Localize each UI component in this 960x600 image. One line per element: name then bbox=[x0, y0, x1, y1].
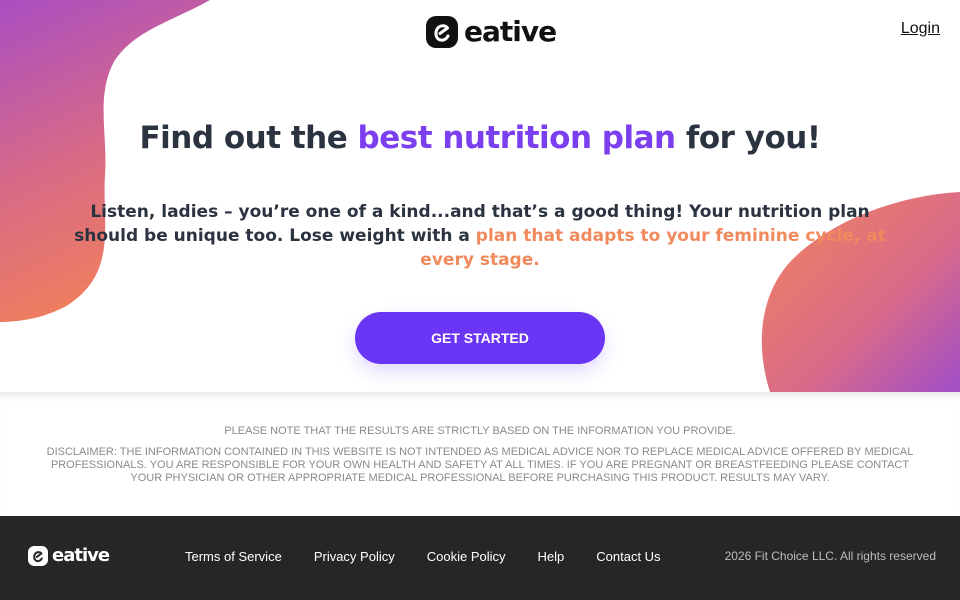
results-note: PLEASE NOTE THAT THE RESULTS ARE STRICTL… bbox=[224, 425, 736, 437]
brand-logo[interactable]: eative bbox=[426, 15, 557, 48]
hero-section: eative Login Find out the best nutrition… bbox=[0, 0, 960, 392]
copyright-text: 2026 Fit Choice LLC. All rights reserved bbox=[724, 549, 936, 563]
contact-us-link[interactable]: Contact Us bbox=[596, 549, 660, 564]
terms-of-service-link[interactable]: Terms of Service bbox=[185, 549, 282, 564]
footer: eative Terms of Service Privacy Policy C… bbox=[0, 516, 960, 600]
cookie-policy-link[interactable]: Cookie Policy bbox=[427, 549, 506, 564]
medical-disclaimer: DISCLAIMER: THE INFORMATION CONTAINED IN… bbox=[46, 446, 914, 484]
hero-description: Listen, ladies – you’re one of a kind...… bbox=[60, 200, 900, 272]
eative-logo-icon bbox=[28, 546, 48, 566]
subtext-accent: plan that adapts to your feminine cycle,… bbox=[420, 226, 886, 270]
disclaimer-section: PLEASE NOTE THAT THE RESULTS ARE STRICTL… bbox=[0, 392, 960, 516]
login-link[interactable]: Login bbox=[901, 20, 940, 38]
headline-accent: best nutrition plan bbox=[357, 120, 677, 156]
footer-nav: Terms of Service Privacy Policy Cookie P… bbox=[185, 549, 661, 564]
left-blob bbox=[0, 0, 210, 322]
eative-logo-icon bbox=[426, 16, 458, 48]
footer-logo[interactable]: eative bbox=[28, 545, 110, 566]
headline-post: for you! bbox=[675, 120, 821, 156]
help-link[interactable]: Help bbox=[538, 549, 565, 564]
headline-pre: Find out the bbox=[139, 120, 358, 156]
footer-brand-name: eative bbox=[52, 545, 110, 566]
page-title: Find out the best nutrition plan for you… bbox=[0, 120, 960, 156]
get-started-button[interactable]: GET STARTED bbox=[355, 312, 605, 364]
privacy-policy-link[interactable]: Privacy Policy bbox=[314, 549, 395, 564]
brand-name: eative bbox=[464, 15, 557, 48]
